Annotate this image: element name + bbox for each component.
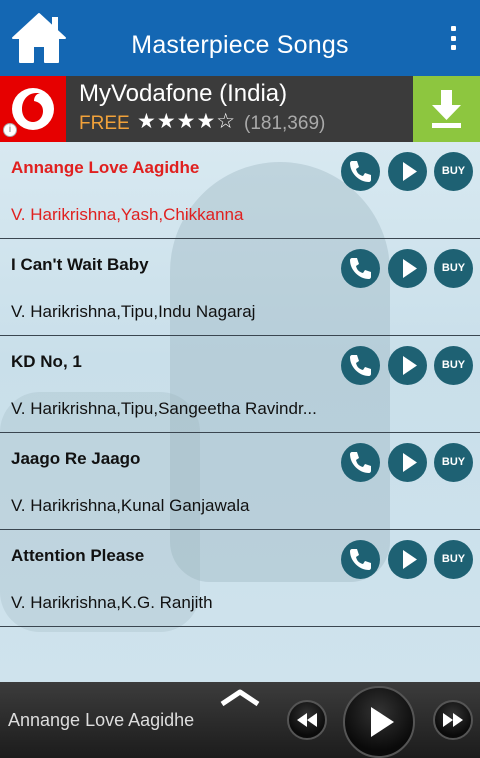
play-song-button[interactable] [388,443,427,482]
mini-player: Annange Love Aagidhe [0,682,480,758]
play-song-button[interactable] [388,152,427,191]
call-ringtone-button[interactable] [341,346,380,385]
song-title: I Can't Wait Baby [11,255,149,274]
expand-player-button[interactable] [220,688,260,708]
phone-icon [350,355,371,376]
rewind-icon [297,713,317,727]
song-row[interactable]: Jaago Re Jaago V. Harikrishna,Kunal Ganj… [0,433,480,530]
buy-button[interactable]: BUY [434,249,473,288]
play-song-button[interactable] [388,346,427,385]
call-ringtone-button[interactable] [341,249,380,288]
song-title: KD No, 1 [11,352,82,371]
overflow-menu-icon[interactable] [448,26,458,50]
play-icon [403,550,417,569]
play-icon [403,162,417,181]
ad-info-icon[interactable]: i [3,123,17,137]
song-artist: V. Harikrishna,Yash,Chikkanna [11,205,244,224]
play-pause-button[interactable] [343,686,415,758]
fast-forward-icon [443,713,463,727]
song-row[interactable]: Annange Love Aagidhe V. Harikrishna,Yash… [0,142,480,239]
song-title: Attention Please [11,546,145,565]
song-title: Annange Love Aagidhe [11,158,200,177]
ad-app-name: MyVodafone (India) [79,80,288,107]
song-artist: V. Harikrishna,K.G. Ranjith [11,593,213,612]
ad-rating-count: (181,369) [244,113,326,134]
app-header: Masterpiece Songs [0,0,480,76]
song-row[interactable]: Attention Please V. Harikrishna,K.G. Ran… [0,530,480,627]
song-artist: V. Harikrishna,Tipu,Indu Nagaraj [11,302,256,321]
ad-price: FREE [79,113,130,134]
call-ringtone-button[interactable] [341,152,380,191]
buy-button[interactable]: BUY [434,540,473,579]
page-title: Masterpiece Songs [131,31,349,59]
ad-rating-stars: ★★★★☆ [137,110,237,133]
phone-icon [350,549,371,570]
now-playing-title: Annange Love Aagidhe [8,710,195,730]
download-icon [432,90,461,128]
buy-button[interactable]: BUY [434,443,473,482]
fast-forward-button[interactable] [433,700,473,740]
call-ringtone-button[interactable] [341,540,380,579]
play-icon [403,259,417,278]
song-title: Jaago Re Jaago [11,449,141,468]
phone-icon [350,452,371,473]
call-ringtone-button[interactable] [341,443,380,482]
play-song-button[interactable] [388,540,427,579]
rewind-button[interactable] [287,700,327,740]
phone-icon [350,161,371,182]
phone-icon [350,258,371,279]
ad-banner[interactable]: i MyVodafone (India) FREE ★★★★☆ (181,369… [0,76,480,142]
ad-download-button[interactable] [413,76,480,142]
song-artist: V. Harikrishna,Tipu,Sangeetha Ravindr... [11,399,317,418]
song-list[interactable]: Annange Love Aagidhe V. Harikrishna,Yash… [0,142,480,682]
play-song-button[interactable] [388,249,427,288]
buy-button[interactable]: BUY [434,152,473,191]
song-row[interactable]: KD No, 1 V. Harikrishna,Tipu,Sangeetha R… [0,336,480,433]
play-icon [403,356,417,375]
buy-button[interactable]: BUY [434,346,473,385]
song-row[interactable]: I Can't Wait Baby V. Harikrishna,Tipu,In… [0,239,480,336]
chevron-up-icon [220,689,260,707]
play-icon [403,453,417,472]
song-artist: V. Harikrishna,Kunal Ganjawala [11,496,250,515]
play-icon [371,707,394,737]
